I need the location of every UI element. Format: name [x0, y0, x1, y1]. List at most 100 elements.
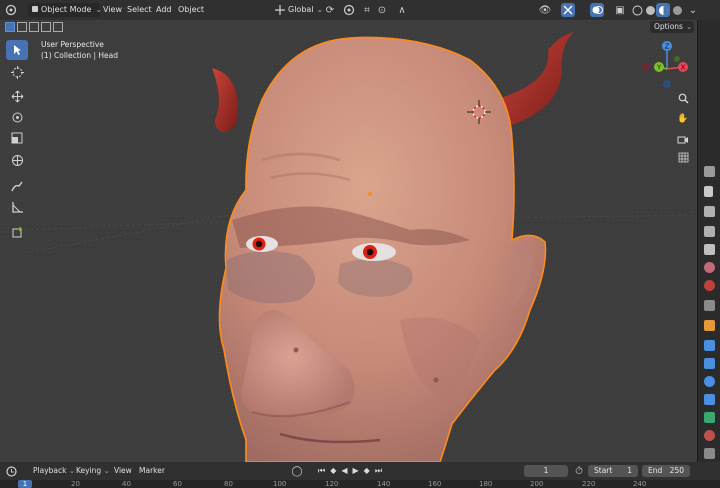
particles-tab-icon[interactable]	[704, 358, 715, 369]
marker-menu[interactable]: Marker	[139, 465, 165, 477]
proportional-edit-icon[interactable]: ⊙	[375, 3, 389, 17]
timeline-editor-icon[interactable]	[4, 464, 18, 478]
ortho-grid-icon[interactable]	[675, 149, 691, 165]
shading-solid-icon[interactable]	[643, 3, 657, 17]
gizmo-toggle-icon[interactable]	[561, 3, 575, 17]
overlays-icon[interactable]	[590, 3, 604, 17]
shading-rendered-icon[interactable]	[670, 3, 684, 17]
cursor-tool[interactable]	[6, 62, 28, 82]
world-tab-icon[interactable]	[704, 280, 715, 291]
measure-tool[interactable]	[6, 197, 28, 217]
jump-start-icon[interactable]: ⏮	[318, 466, 325, 476]
navigation-gizmo[interactable]: Z X Y	[638, 40, 696, 98]
gizmo-z-label: Z	[665, 43, 670, 51]
orientation-dropdown[interactable]: Global ⌄	[288, 3, 323, 17]
options-dropdown[interactable]: Options ⌄	[650, 21, 694, 33]
frame-ruler[interactable]: 1 20 40 60 80 100 120 140 160 180 200 22…	[0, 480, 720, 488]
playback-controls: ⏮ ◆ ◀ ▶ ◆ ⏭	[318, 466, 382, 476]
snap-target-icon[interactable]: ⌗	[360, 3, 374, 17]
menu-add[interactable]: Add	[156, 3, 172, 17]
texture-tab-icon[interactable]	[704, 448, 715, 459]
constraints-tab-icon[interactable]	[704, 394, 715, 405]
ruler-tick: 60	[173, 480, 182, 488]
select-box-tool[interactable]	[6, 40, 28, 60]
chevron-down-icon: ⌄	[68, 466, 76, 475]
select-intersect-icon[interactable]	[53, 22, 63, 32]
zoom-icon[interactable]	[675, 90, 691, 106]
gizmo-neg-z-axis[interactable]	[663, 80, 671, 88]
output-tab-icon[interactable]	[704, 226, 715, 237]
menu-select[interactable]: Select	[127, 3, 152, 17]
transform-tool[interactable]	[6, 150, 28, 170]
scene-tab-icon[interactable]	[704, 262, 715, 273]
visibility-icon[interactable]: 👁	[538, 3, 552, 17]
shading-wireframe-icon[interactable]	[630, 3, 644, 17]
tool-settings-icon[interactable]	[704, 186, 713, 197]
measure-ruler-icon	[11, 201, 23, 213]
end-frame-field[interactable]: End 250	[642, 465, 690, 477]
snap-icon[interactable]	[342, 3, 356, 17]
stopwatch-icon[interactable]: ⏱	[572, 464, 586, 478]
annotate-tool[interactable]	[6, 176, 28, 196]
pivot-icon[interactable]: ⟳	[323, 3, 337, 17]
options-label: Options	[654, 22, 683, 31]
prev-keyframe-icon[interactable]: ◆	[330, 466, 336, 476]
ruler-tick: 220	[582, 480, 596, 488]
play-icon[interactable]: ▶	[353, 466, 359, 476]
object-tab-icon[interactable]	[704, 320, 715, 331]
ruler-tick: 200	[530, 480, 544, 488]
render-tab-icon[interactable]	[704, 206, 715, 217]
gizmo-x-label: X	[681, 64, 686, 72]
gizmo-neg-y-axis[interactable]	[674, 56, 680, 62]
timeline-header: Playback ⌄ Keying ⌄ View Marker ◯ ⏮ ◆ ◀ …	[0, 462, 720, 480]
material-tab-icon[interactable]	[704, 430, 715, 441]
next-keyframe-icon[interactable]: ◆	[364, 466, 370, 476]
move-arrows-icon	[11, 90, 23, 102]
select-subtract-icon[interactable]	[29, 22, 39, 32]
xray-icon[interactable]: ▣	[613, 3, 627, 17]
ruler-tick: 120	[325, 480, 339, 488]
editor-type-icon[interactable]	[4, 3, 18, 17]
keying-menu[interactable]: Keying ⌄	[76, 465, 110, 477]
physics-tab-icon[interactable]	[704, 376, 715, 387]
select-mode-buttons	[5, 20, 63, 32]
add-cube-tool[interactable]	[6, 222, 28, 242]
playhead-frame[interactable]: 1	[18, 480, 32, 488]
tool-tab-icon[interactable]	[704, 166, 715, 177]
3d-viewport[interactable]: User Perspective (1) Collection | Head O…	[0, 20, 697, 462]
timeline-view-menu[interactable]: View	[114, 465, 132, 477]
menu-object[interactable]: Object	[178, 3, 204, 17]
select-invert-icon[interactable]	[41, 22, 51, 32]
start-frame-field[interactable]: Start 1	[588, 465, 638, 477]
pan-hand-icon[interactable]: ✋	[675, 111, 691, 127]
ruler-tick: 240	[633, 480, 647, 488]
shading-options-chevron-icon[interactable]: ⌄	[686, 3, 700, 17]
current-frame-field[interactable]: 1	[524, 465, 568, 477]
falloff-icon[interactable]: ∧	[395, 3, 409, 17]
playback-menu[interactable]: Playback ⌄	[33, 465, 75, 477]
chevron-down-icon: ⌄	[103, 466, 110, 475]
modifiers-wrench-icon[interactable]	[704, 340, 715, 351]
jump-end-icon[interactable]: ⏭	[375, 466, 382, 476]
shading-material-icon[interactable]	[656, 3, 670, 17]
camera-view-icon[interactable]	[675, 131, 691, 147]
select-extend-icon[interactable]	[17, 22, 27, 32]
play-reverse-icon[interactable]: ◀	[341, 466, 347, 476]
view-layer-tab-icon[interactable]	[704, 244, 715, 255]
origin-point[interactable]	[368, 192, 372, 196]
playback-label: Playback	[33, 466, 67, 475]
scale-tool[interactable]	[6, 128, 28, 148]
gizmo-neg-x-axis[interactable]	[642, 63, 650, 71]
ruler-tick: 160	[428, 480, 442, 488]
select-new-icon[interactable]	[5, 22, 15, 32]
start-label: Start	[594, 466, 613, 475]
object-data-tab-icon[interactable]	[704, 412, 715, 423]
move-tool[interactable]	[6, 86, 28, 106]
add-cube-icon	[12, 226, 22, 237]
rotate-tool[interactable]	[6, 107, 28, 127]
mode-dropdown[interactable]: Object Mode ⌄	[28, 3, 102, 17]
auto-keying-icon[interactable]: ◯	[290, 464, 304, 478]
menu-view[interactable]: View	[103, 3, 122, 17]
orientation-icon[interactable]	[273, 3, 287, 17]
collection-tab-icon[interactable]	[704, 300, 715, 311]
